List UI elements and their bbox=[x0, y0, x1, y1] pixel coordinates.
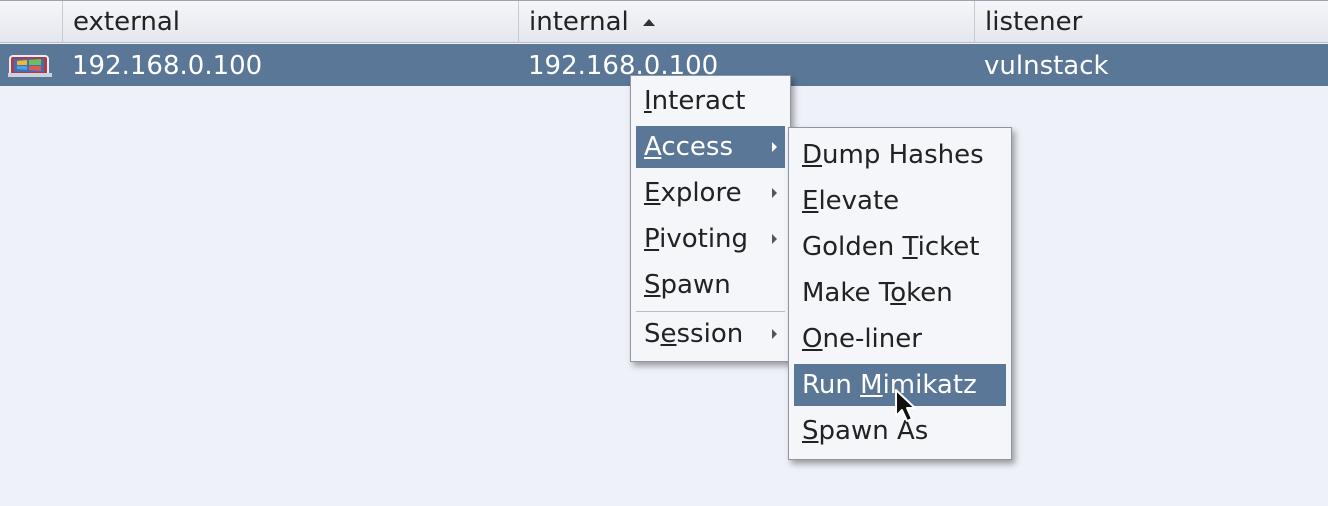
menu-item-make-token[interactable]: Make Token bbox=[794, 272, 1006, 314]
cell-listener: vulnstack bbox=[984, 51, 1109, 81]
menu-item-label: Spawn bbox=[644, 270, 731, 300]
menu-item-one-liner[interactable]: One-liner bbox=[794, 318, 1006, 360]
menu-item-label: Dump Hashes bbox=[802, 140, 984, 170]
table-header: external internal listener bbox=[0, 0, 1328, 43]
menu-item-session[interactable]: Session bbox=[636, 313, 785, 355]
menu-item-interact[interactable]: Interact bbox=[636, 80, 785, 122]
column-header-internal[interactable]: internal bbox=[518, 1, 974, 43]
menu-item-label: Golden Ticket bbox=[802, 232, 980, 262]
menu-item-spawn[interactable]: Spawn bbox=[636, 264, 785, 306]
menu-item-label: Access bbox=[644, 132, 734, 162]
menu-item-label: Run Mimikatz bbox=[802, 370, 977, 400]
menu-item-label: Session bbox=[644, 319, 744, 349]
submenu-arrow-icon bbox=[772, 329, 777, 339]
menu-item-label: Explore bbox=[644, 178, 742, 208]
cell-external: 192.168.0.100 bbox=[72, 51, 263, 81]
menu-item-label: Make Token bbox=[802, 278, 953, 308]
column-header-external[interactable]: external bbox=[62, 1, 518, 43]
menu-item-dump-hashes[interactable]: Dump Hashes bbox=[794, 134, 1006, 176]
menu-item-label: One-liner bbox=[802, 324, 922, 354]
submenu-arrow-icon bbox=[772, 234, 777, 244]
sort-ascending-icon bbox=[642, 19, 655, 26]
menu-item-pivoting[interactable]: Pivoting bbox=[636, 218, 785, 260]
submenu-arrow-icon bbox=[772, 142, 777, 152]
menu-item-label: Pivoting bbox=[644, 224, 749, 254]
menu-separator bbox=[636, 311, 785, 312]
column-header-icon[interactable] bbox=[0, 1, 62, 43]
menu-item-access[interactable]: Access bbox=[636, 126, 785, 168]
column-header-listener[interactable]: listener bbox=[974, 1, 1328, 43]
menu-item-golden-ticket[interactable]: Golden Ticket bbox=[794, 226, 1006, 268]
context-menu: Interact Access Explore Pivoting Spawn S… bbox=[630, 75, 791, 362]
menu-item-explore[interactable]: Explore bbox=[636, 172, 785, 214]
mouse-cursor-icon bbox=[895, 389, 916, 422]
menu-item-label: Interact bbox=[644, 86, 746, 116]
submenu-arrow-icon bbox=[772, 188, 777, 198]
windows-beacon-icon bbox=[8, 55, 52, 77]
menu-item-label: Elevate bbox=[802, 186, 900, 216]
menu-item-elevate[interactable]: Elevate bbox=[794, 180, 1006, 222]
